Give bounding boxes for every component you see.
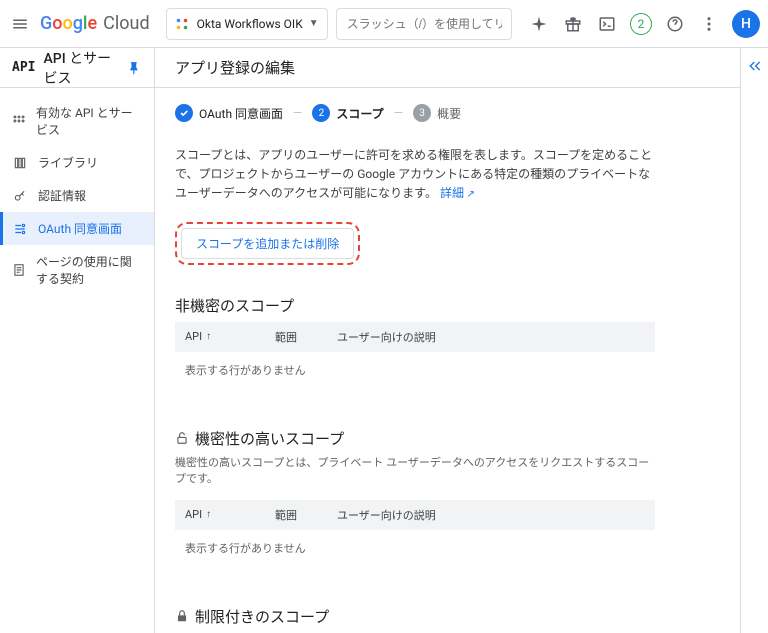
check-icon bbox=[175, 104, 193, 122]
google-cloud-logo[interactable]: Google Cloud bbox=[40, 13, 150, 34]
project-name: Okta Workflows OIK bbox=[197, 17, 303, 31]
sort-asc-icon: ↑ bbox=[206, 331, 211, 342]
main-content: アプリ登録の編集 OAuth 同意画面 — 2 スコープ — 3 概要 bbox=[155, 48, 740, 633]
search-input[interactable] bbox=[337, 17, 512, 31]
sidebar-item-page-usage[interactable]: ページの使用に関する契約 bbox=[0, 245, 154, 295]
col-description[interactable]: ユーザー向けの説明 bbox=[337, 507, 436, 523]
sort-asc-icon: ↑ bbox=[206, 509, 211, 520]
api-logo-icon: API bbox=[12, 60, 35, 75]
page-title: アプリ登録の編集 bbox=[155, 48, 740, 88]
key-icon bbox=[12, 188, 28, 204]
sidebar-item-library[interactable]: ライブラリ bbox=[0, 146, 154, 179]
non-sensitive-scopes-section: 非機密のスコープ API↑ 範囲 ユーザー向けの説明 表示する行がありません bbox=[175, 295, 655, 388]
header-utilities: 2 H bbox=[528, 10, 760, 38]
gemini-icon[interactable] bbox=[528, 13, 550, 35]
project-picker[interactable]: Okta Workflows OIK ▼ bbox=[166, 8, 328, 40]
hamburger-menu-icon[interactable] bbox=[8, 12, 32, 36]
dashboard-icon bbox=[12, 113, 26, 129]
agreement-icon bbox=[12, 262, 26, 278]
search-box: 検索 bbox=[336, 8, 512, 40]
learn-more-link[interactable]: 詳細 ↗ bbox=[440, 186, 475, 200]
restricted-scopes-section: 制限付きのスコープ 制限付きのスコープとは、機密性の高いユーザーデータへのアクセ… bbox=[175, 606, 655, 633]
col-scope[interactable]: 範囲 bbox=[275, 507, 297, 523]
cloud-shell-icon[interactable] bbox=[596, 13, 618, 35]
consent-icon bbox=[12, 221, 28, 237]
sidebar-item-credentials[interactable]: 認証情報 bbox=[0, 179, 154, 212]
stepper: OAuth 同意画面 — 2 スコープ — 3 概要 bbox=[175, 104, 655, 122]
section-title: 非機密のスコープ bbox=[175, 295, 655, 316]
section-desc: 機密性の高いスコープとは、プライベート ユーザーデータへのアクセスをリクエストす… bbox=[175, 455, 655, 488]
step-consent[interactable]: OAuth 同意画面 bbox=[175, 104, 283, 122]
more-icon[interactable] bbox=[698, 13, 720, 35]
lock-open-icon bbox=[175, 431, 189, 445]
step-separator: — bbox=[394, 106, 403, 120]
library-icon bbox=[12, 155, 28, 171]
sidebar-item-enabled-apis[interactable]: 有効な API とサービス bbox=[0, 96, 154, 146]
collapse-panel-icon[interactable] bbox=[747, 58, 763, 633]
section-title: 制限付きのスコープ bbox=[175, 606, 655, 627]
col-scope[interactable]: 範囲 bbox=[275, 329, 297, 345]
right-rail bbox=[740, 48, 768, 633]
col-description[interactable]: ユーザー向けの説明 bbox=[337, 329, 436, 345]
project-icon bbox=[175, 16, 191, 32]
step-separator: — bbox=[293, 106, 302, 120]
add-remove-scopes-button[interactable]: スコープを追加または削除 bbox=[181, 228, 354, 259]
section-title: 機密性の高いスコープ bbox=[175, 428, 655, 449]
help-icon[interactable] bbox=[664, 13, 686, 35]
table-empty-text: 表示する行がありません bbox=[175, 352, 655, 388]
gift-icon[interactable] bbox=[562, 13, 584, 35]
notifications-badge[interactable]: 2 bbox=[630, 13, 652, 35]
table-header: API↑ 範囲 ユーザー向けの説明 bbox=[175, 500, 655, 530]
table-empty-text: 表示する行がありません bbox=[175, 530, 655, 566]
step-scopes[interactable]: 2 スコープ bbox=[312, 104, 383, 122]
sidebar-product-title[interactable]: API API とサービス bbox=[0, 48, 154, 88]
caret-down-icon: ▼ bbox=[309, 18, 319, 29]
intro-text: スコープとは、アプリのユーザーに許可を求める権限を表します。スコープを定めること… bbox=[175, 146, 655, 204]
account-avatar[interactable]: H bbox=[732, 10, 760, 38]
col-api[interactable]: API↑ bbox=[185, 507, 235, 523]
step-summary[interactable]: 3 概要 bbox=[413, 104, 461, 122]
pin-icon[interactable] bbox=[128, 61, 142, 75]
col-api[interactable]: API↑ bbox=[185, 329, 235, 345]
external-link-icon: ↗ bbox=[464, 189, 475, 200]
top-header: Google Cloud Okta Workflows OIK ▼ 検索 2 H bbox=[0, 0, 768, 48]
sidebar-item-oauth-consent[interactable]: OAuth 同意画面 bbox=[0, 212, 154, 245]
sensitive-scopes-section: 機密性の高いスコープ 機密性の高いスコープとは、プライベート ユーザーデータへの… bbox=[175, 428, 655, 566]
table-header: API↑ 範囲 ユーザー向けの説明 bbox=[175, 322, 655, 352]
lock-icon bbox=[175, 609, 189, 623]
sidebar: API API とサービス 有効な API とサービス ライブラリ 認証情報 O… bbox=[0, 48, 155, 633]
